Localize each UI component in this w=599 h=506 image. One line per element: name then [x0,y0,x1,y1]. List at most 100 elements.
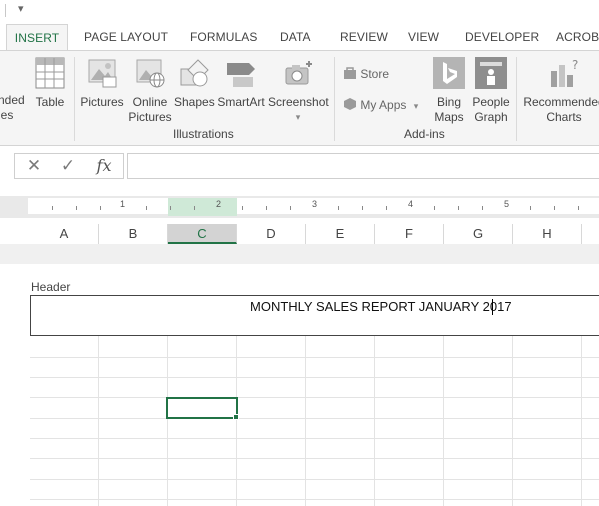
grid-line [30,357,599,358]
enter-icon[interactable]: ✓ [53,154,83,178]
ruler-tick [530,206,531,210]
column-header-a[interactable]: A [30,224,99,244]
tab-insert[interactable]: INSERT [6,24,68,50]
fill-handle[interactable] [233,414,239,420]
bing-maps-label-2: Maps [434,110,464,124]
group-separator [74,57,75,141]
my-apps-label: My Apps [360,98,407,112]
people-graph-label-2: Graph [474,110,508,124]
grid-line [98,336,99,506]
ruler-number: 1 [120,199,126,209]
people-graph-label-1: People [472,95,510,109]
ruler-tick [76,206,77,210]
recommended-charts-icon: ? [551,58,578,87]
tab-data[interactable]: DATA [280,24,311,50]
qat-dropdown-icon[interactable]: ▾ [18,2,24,15]
ruler-number: 2 [216,199,222,209]
people-graph-button[interactable]: People Graph [470,57,512,125]
group-separator [516,57,517,141]
column-header-d[interactable]: D [237,224,306,244]
my-apps-icon [344,98,356,110]
cell-grid[interactable] [30,336,599,506]
grid-line [236,336,237,506]
tab-formulas[interactable]: FORMULAS [190,24,257,50]
ruler-tick [146,206,147,210]
online-pictures-button[interactable]: Online Pictures [128,57,172,125]
table-button[interactable]: Table [32,57,68,110]
bing-maps-label-1: Bing [436,95,462,109]
store-button[interactable]: Store [343,66,389,81]
online-pictures-label-1: Online [132,95,168,109]
tab-view[interactable]: VIEW [408,24,439,50]
grid-line [30,418,599,419]
table-label: Table [35,95,65,109]
my-apps-dropdown-icon: ▾ [413,101,419,111]
ruler-tick [194,206,195,210]
formula-bar: ✕ ✓ fx [0,146,599,188]
column-header-b[interactable]: B [99,224,168,244]
tab-developer[interactable]: DEVELOPER [465,24,539,50]
tab-page-layout[interactable]: PAGE LAYOUT [84,24,168,50]
ruler-number: 3 [312,199,318,209]
grid-line [512,336,513,506]
insert-function-button[interactable]: fx [89,154,119,178]
pictures-button[interactable]: Pictures [80,57,124,110]
online-pictures-label-2: Pictures [128,110,172,124]
selected-cell[interactable] [166,397,238,419]
shapes-icon [180,59,209,87]
column-header-e[interactable]: E [306,224,375,244]
grid-line [30,499,599,500]
cancel-icon[interactable]: ✕ [19,154,49,178]
page-margin-area [0,244,599,264]
store-label: Store [360,67,390,81]
screenshot-dropdown-icon: ▾ [295,112,301,122]
screenshot-button[interactable]: Screenshot ▾ [268,57,329,125]
ruler-tick [266,206,267,210]
people-graph-icon [475,57,507,89]
ruler-tick [100,206,101,210]
ruler-tick [52,206,53,210]
ruler-tick [482,206,483,210]
shapes-label: Shapes [174,95,215,109]
column-header-c[interactable]: C [168,224,237,244]
grid-line [30,377,599,378]
ruler-tick [554,206,555,210]
horizontal-ruler: 1 2 3 4 5 [0,196,599,218]
column-headers: A B C D E F G H [0,224,599,244]
column-header-h[interactable]: H [513,224,582,244]
bing-maps-button[interactable]: Bing Maps [430,57,468,125]
screenshot-icon [285,61,312,85]
title-bar: ▾ [0,0,599,24]
pictures-icon [88,59,117,88]
grid-line [305,336,306,506]
smartart-label: SmartArt [217,95,265,109]
my-apps-button[interactable]: My Apps ▾ [343,97,418,112]
ribbon: nded les Table Pictures [0,50,599,146]
online-pictures-icon [136,59,165,88]
header-text[interactable]: MONTHLY SALES REPORT JANUARY 2017 [250,299,512,314]
pictures-label: Pictures [80,95,124,109]
store-icon [344,67,356,79]
tab-acrobat[interactable]: ACROBA [556,24,599,50]
grid-line [581,336,582,506]
recommended-charts-label-1: Recommended [523,95,599,109]
qat-separator [5,4,6,17]
recommended-tables-button[interactable]: nded les [0,93,25,123]
grid-line [30,479,599,480]
smartart-button[interactable]: SmartArt [216,57,266,110]
grid-line [167,336,168,506]
column-header-g[interactable]: G [444,224,513,244]
tab-review[interactable]: REVIEW [340,24,388,50]
column-header-f[interactable]: F [375,224,444,244]
formula-buttons: ✕ ✓ fx [14,153,124,179]
table-icon [35,57,65,89]
ribbon-tabs: INSERT PAGE LAYOUT FORMULAS DATA REVIEW … [0,24,599,50]
ruler-tick [434,206,435,210]
screenshot-label: Screenshot [268,95,329,109]
formula-input[interactable] [127,153,599,179]
shapes-button[interactable]: Shapes [174,57,215,110]
text-caret [492,299,493,315]
addins-group-label: Add-ins [404,127,445,141]
grid-line [374,336,375,506]
recommended-charts-button[interactable]: ? Recommended Charts [522,57,599,125]
